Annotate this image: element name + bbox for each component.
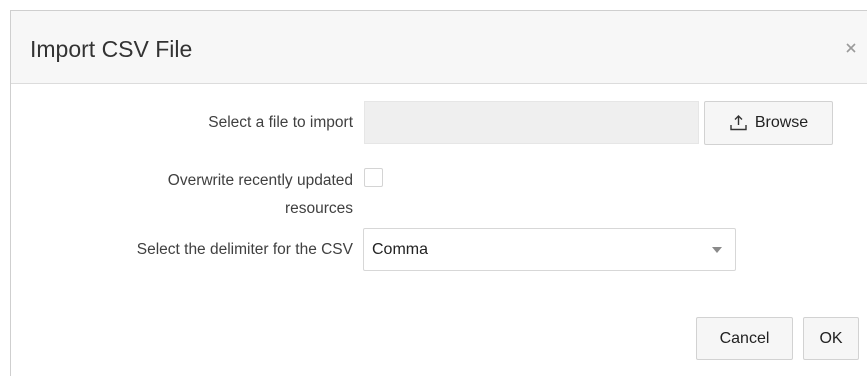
chevron-down-icon	[712, 247, 722, 253]
file-path-field[interactable]	[364, 101, 699, 144]
delimiter-select[interactable]: Comma	[363, 228, 736, 271]
dialog-header: Import CSV File	[11, 11, 867, 84]
overwrite-label-line1: Overwrite recently updated	[167, 172, 353, 189]
overwrite-label-line2: resources	[284, 200, 353, 217]
browse-label: Browse	[754, 114, 809, 131]
ok-button[interactable]: OK	[803, 317, 859, 360]
upload-icon	[730, 115, 747, 131]
overwrite-checkbox[interactable]	[364, 168, 383, 187]
close-icon	[846, 43, 856, 53]
close-button[interactable]	[843, 40, 859, 56]
import-csv-dialog: Import CSV File Select a file to import …	[10, 10, 867, 376]
cancel-button[interactable]: Cancel	[696, 317, 793, 360]
file-label: Select a file to import	[208, 114, 353, 131]
delimiter-label: Select the delimiter for the CSV	[136, 241, 353, 258]
delimiter-value: Comma	[372, 241, 429, 258]
browse-button[interactable]: Browse	[704, 101, 833, 145]
dialog-title: Import CSV File	[30, 36, 193, 62]
